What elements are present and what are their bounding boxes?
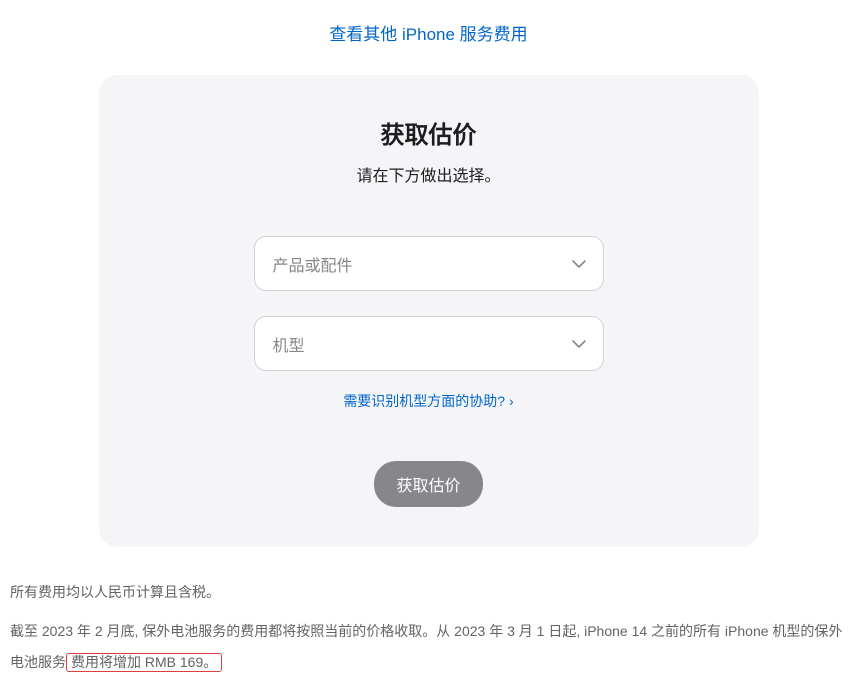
select-product-wrap: 产品或配件 — [254, 236, 604, 291]
top-link-wrap: 查看其他 iPhone 服务费用 — [0, 0, 857, 75]
footer-note-2: 截至 2023 年 2 月底, 保外电池服务的费用都将按照当前的价格收取。从 2… — [0, 616, 857, 678]
select-model-wrap: 机型 — [254, 316, 604, 371]
identify-model-help-link[interactable]: 需要识别机型方面的协助? › — [343, 393, 513, 409]
price-increase-highlight: 费用将增加 RMB 169。 — [66, 653, 222, 672]
other-service-fee-link[interactable]: 查看其他 iPhone 服务费用 — [329, 25, 527, 44]
product-select[interactable]: 产品或配件 — [254, 236, 604, 291]
footer-note-1: 所有费用均以人民币计算且含税。 — [0, 577, 857, 608]
help-link-wrap: 需要识别机型方面的协助? › — [139, 391, 719, 411]
estimate-card: 获取估价 请在下方做出选择。 产品或配件 机型 需要识别机型方面的协助? › 获… — [99, 75, 759, 547]
get-estimate-button[interactable]: 获取估价 — [374, 461, 482, 507]
chevron-right-icon: › — [509, 393, 514, 409]
help-link-text: 需要识别机型方面的协助? — [343, 393, 509, 409]
model-select[interactable]: 机型 — [254, 316, 604, 371]
card-title: 获取估价 — [139, 115, 719, 150]
card-subtitle: 请在下方做出选择。 — [139, 162, 719, 186]
